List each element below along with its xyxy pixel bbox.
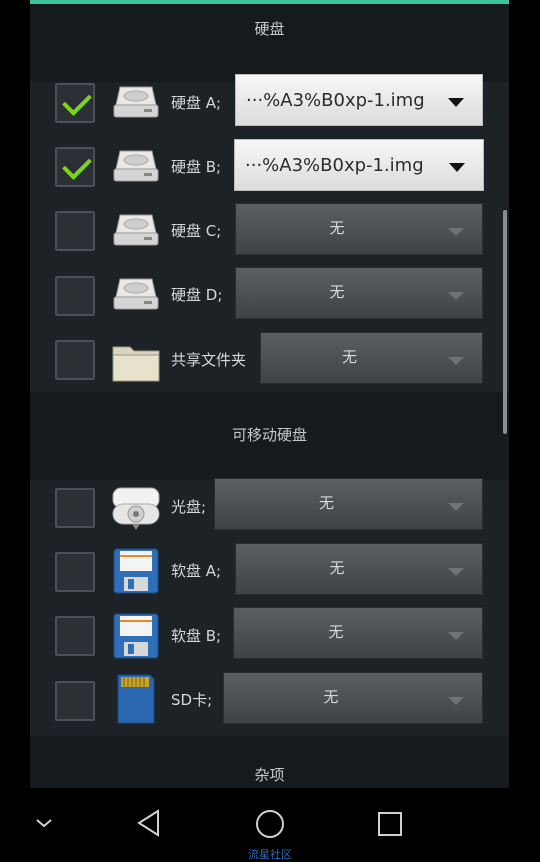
sd-card-select[interactable]: 无 <box>223 672 483 724</box>
folder-icon <box>112 346 160 382</box>
dropdown-arrow-icon <box>448 503 464 511</box>
cdrom-checkbox[interactable] <box>55 488 95 528</box>
floppy-icon <box>113 548 159 594</box>
scrollbar[interactable] <box>503 210 507 434</box>
dropdown-arrow-icon <box>448 568 464 576</box>
select-value: 无 <box>323 688 339 706</box>
check-icon <box>62 150 92 180</box>
dropdown-arrow-icon <box>448 98 464 107</box>
row-hard-disk-d: 硬盘 D; 无 <box>30 265 509 325</box>
shared-folder-checkbox[interactable] <box>55 340 95 380</box>
sd-card-icon <box>117 674 155 724</box>
select-value: 无 <box>341 348 357 366</box>
section-title-misc: 杂项 <box>254 766 285 784</box>
recent-apps-icon[interactable] <box>376 810 404 838</box>
hard-disk-b-select[interactable]: ···%A3%B0xp-1.img <box>234 139 484 191</box>
device-label: 硬盘 B; <box>171 158 222 176</box>
hard-disk-d-select[interactable]: 无 <box>235 267 483 319</box>
shared-folder-select[interactable]: 无 <box>260 332 483 384</box>
device-label: 硬盘 A; <box>171 94 222 112</box>
section-title-hard-disk: 硬盘 <box>254 20 285 38</box>
select-value: 无 <box>328 623 344 641</box>
row-hard-disk-c: 硬盘 C; 无 <box>30 201 509 261</box>
hard-disk-a-select[interactable]: ···%A3%B0xp-1.img <box>235 74 483 126</box>
select-value: 无 <box>329 283 345 301</box>
hard-disk-c-select[interactable]: 无 <box>235 203 483 255</box>
floppy-b-select[interactable]: 无 <box>233 607 483 659</box>
dropdown-arrow-icon <box>449 163 465 172</box>
select-value: ···%A3%B0xp-1.img <box>245 155 424 176</box>
floppy-icon <box>113 613 159 659</box>
device-label: 共享文件夹 <box>171 351 247 369</box>
dropdown-arrow-icon <box>448 228 464 236</box>
device-label: 硬盘 C; <box>171 222 222 240</box>
sd-card-checkbox[interactable] <box>55 681 95 721</box>
dropdown-arrow-icon <box>448 292 464 300</box>
row-cdrom: 光盘; 无 <box>30 477 509 537</box>
hard-disk-icon <box>113 150 159 182</box>
device-label: 软盘 A; <box>171 562 222 580</box>
hard-disk-icon <box>113 86 159 118</box>
row-shared-folder: 共享文件夹 无 <box>30 330 509 390</box>
section-title-removable: 可移动硬盘 <box>231 426 307 444</box>
row-floppy-a: 软盘 A; 无 <box>30 541 509 601</box>
dropdown-arrow-icon <box>448 357 464 365</box>
hard-disk-c-checkbox[interactable] <box>55 211 95 251</box>
device-label: SD卡; <box>171 691 213 709</box>
chevron-down-icon[interactable] <box>34 816 54 830</box>
accent-bar <box>30 0 509 4</box>
floppy-a-checkbox[interactable] <box>55 552 95 592</box>
back-icon[interactable] <box>134 808 164 838</box>
dropdown-arrow-icon <box>448 697 464 705</box>
storage-settings-panel: 硬盘 硬盘 A; ···%A3%B0xp-1.img 硬盘 B; ···%A3%… <box>30 0 509 788</box>
hard-disk-d-checkbox[interactable] <box>55 276 95 316</box>
row-floppy-b: 软盘 B; 无 <box>30 606 509 666</box>
check-icon <box>62 86 92 116</box>
dropdown-arrow-icon <box>448 632 464 640</box>
select-value: 无 <box>329 219 345 237</box>
select-value: 无 <box>329 559 345 577</box>
hard-disk-icon <box>113 214 159 246</box>
row-sd-card: SD卡; 无 <box>30 670 509 730</box>
row-hard-disk-b: 硬盘 B; ···%A3%B0xp-1.img <box>30 137 509 197</box>
hard-disk-icon <box>113 278 159 310</box>
cdrom-select[interactable]: 无 <box>214 478 483 530</box>
device-label: 光盘; <box>171 498 207 516</box>
floppy-b-checkbox[interactable] <box>55 616 95 656</box>
hard-disk-b-checkbox[interactable] <box>55 147 95 187</box>
select-value: ···%A3%B0xp-1.img <box>246 90 425 111</box>
hard-disk-a-checkbox[interactable] <box>55 83 95 123</box>
device-label: 软盘 B; <box>171 627 222 645</box>
floppy-a-select[interactable]: 无 <box>235 543 483 595</box>
home-icon[interactable] <box>254 808 286 840</box>
select-value: 无 <box>318 494 334 512</box>
device-label: 硬盘 D; <box>171 286 223 304</box>
row-hard-disk-a: 硬盘 A; ···%A3%B0xp-1.img <box>30 73 509 133</box>
cdrom-icon <box>112 487 160 530</box>
